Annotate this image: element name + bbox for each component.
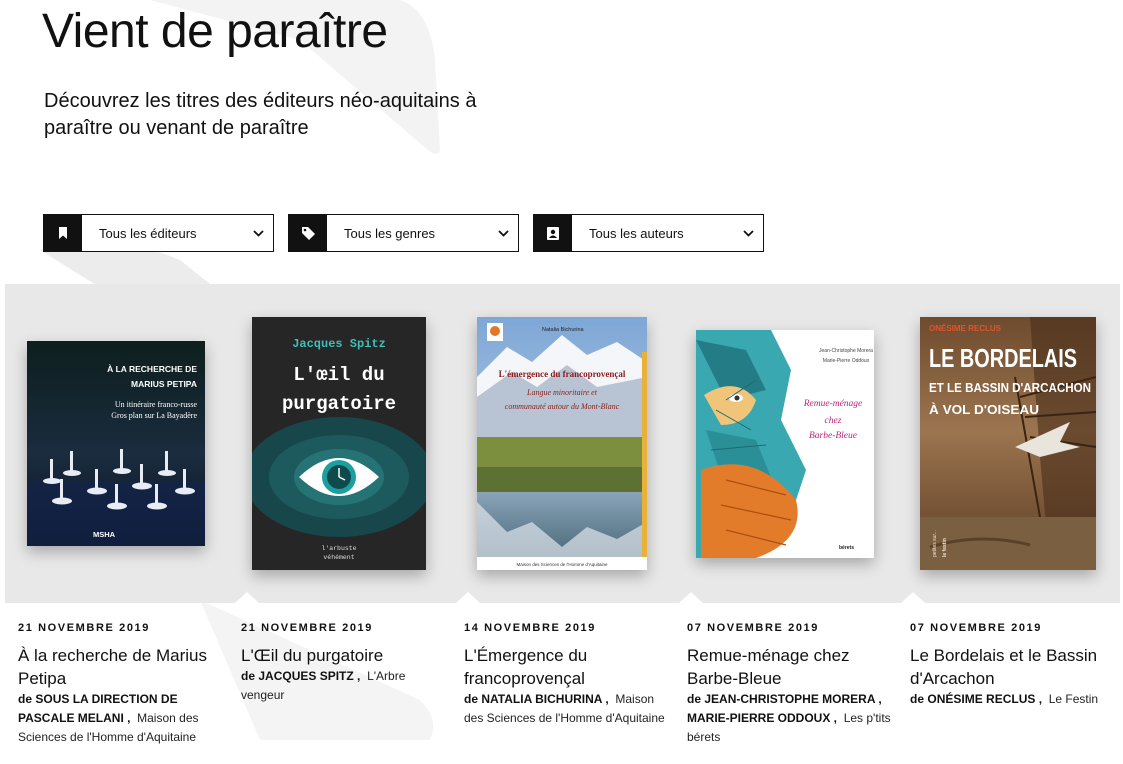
author-prefix: de	[241, 669, 256, 683]
cover-publisher-mark: l'arbuste	[321, 545, 356, 552]
book-title[interactable]: L'Émergence du francoprovençal	[464, 644, 669, 690]
cover-text: Langue minoritaire et	[526, 388, 598, 397]
cover-author: Jean-Christophe Morera	[819, 348, 873, 354]
cover-text: ET LE BASSIN D'ARCACHON	[929, 380, 1091, 395]
cover-author: Marie-Pierre Oddoux	[823, 358, 870, 364]
page-subtitle: Découvrez les titres des éditeurs néo-aq…	[44, 90, 477, 139]
bookmark-icon	[44, 215, 82, 251]
cover-text: communauté autour du Mont-Blanc	[505, 402, 620, 411]
book-card[interactable]: 14 NOVEMBRE 2019 L'Émergence du francopr…	[464, 622, 669, 728]
book-title[interactable]: Remue-ménage chez Barbe-Bleue	[687, 644, 892, 690]
cover-author: Natalia Bichurina	[542, 327, 585, 333]
book-author[interactable]: JACQUES SPITZ	[258, 669, 353, 683]
book-credits: de JACQUES SPITZ , L'Arbre vengeur	[241, 669, 406, 702]
author-prefix: de	[910, 692, 925, 706]
cover-publisher-mark: véhément	[323, 554, 354, 561]
book-date: 21 NOVEMBRE 2019	[18, 622, 150, 634]
author-prefix: de	[18, 692, 33, 706]
author-prefix: de	[464, 692, 479, 706]
book-author[interactable]: ONÉSIME RECLUS	[927, 692, 1035, 706]
filter-genres-label: Tous les genres	[344, 225, 436, 241]
book-date: 21 NOVEMBRE 2019	[241, 622, 373, 634]
cover-publisher-mark: MSHA	[93, 530, 116, 539]
shelf-notch	[235, 592, 259, 603]
cover-text: L'œil du	[293, 364, 384, 386]
book-cover-petipa[interactable]: À LA RECHERCHE DE MARIUS PETIPA Un itiné…	[27, 341, 205, 546]
cover-text: Barbe-Bleue	[809, 431, 857, 441]
book-title[interactable]: À la recherche de Marius Petipa	[18, 644, 223, 690]
cover-text: À VOL D'OISEAU	[929, 402, 1039, 417]
filter-authors-label: Tous les auteurs	[589, 225, 684, 241]
cover-text: MARIUS PETIPA	[131, 379, 197, 389]
filter-publishers[interactable]: Tous les éditeurs	[43, 214, 274, 252]
book-title[interactable]: Le Bordelais et le Bassin d'Arcachon	[910, 644, 1115, 690]
book-credits: de NATALIA BICHURINA , Maison des Scienc…	[464, 692, 665, 725]
filter-genres[interactable]: Tous les genres	[288, 214, 519, 252]
book-card[interactable]: 07 NOVEMBRE 2019 Remue-ménage chez Barbe…	[687, 622, 892, 747]
cover-text: À LA RECHERCHE DE	[107, 364, 197, 374]
chevron-down-icon	[243, 229, 273, 237]
cover-publisher-mark: Maison des Sciences de l'Homme d'Aquitai…	[516, 562, 608, 567]
cover-author: ONÉSIME RECLUS	[929, 324, 1002, 333]
cover-text: petites sur...	[932, 530, 938, 557]
book-cover-oeil-purgatoire[interactable]: Jacques Spitz L'œil du purgatoire l'arbu…	[252, 317, 426, 570]
cover-text: chez	[825, 416, 842, 426]
book-date: 14 NOVEMBRE 2019	[464, 622, 596, 634]
cover-text: LE BORDELAIS	[929, 343, 1077, 373]
cover-text: Gros plan sur La Bayadère	[111, 411, 197, 420]
cover-publisher-mark: le festin	[942, 538, 948, 557]
book-card[interactable]: 07 NOVEMBRE 2019 Le Bordelais et le Bass…	[910, 622, 1115, 709]
cover-author: Jacques Spitz	[292, 337, 386, 351]
book-date: 07 NOVEMBRE 2019	[910, 622, 1042, 634]
tag-icon	[289, 215, 327, 251]
cover-text: purgatoire	[282, 393, 396, 415]
author-prefix: de	[687, 692, 702, 706]
chevron-down-icon	[488, 229, 518, 237]
shelf-notch	[456, 592, 480, 603]
contact-card-icon	[534, 215, 572, 251]
book-title[interactable]: L'Œil du purgatoire	[241, 644, 446, 667]
book-cover-bordelais[interactable]: ONÉSIME RECLUS LE BORDELAIS ET LE BASSIN…	[920, 317, 1096, 570]
book-card[interactable]: 21 NOVEMBRE 2019 L'Œil du purgatoire de …	[241, 622, 446, 705]
page-title: Vient de paraître	[42, 5, 388, 58]
book-card[interactable]: 21 NOVEMBRE 2019 À la recherche de Mariu…	[18, 622, 223, 747]
chevron-down-icon	[733, 229, 763, 237]
book-cover-barbe-bleue[interactable]: Jean-Christophe Morera Marie-Pierre Oddo…	[696, 330, 874, 558]
filter-publishers-label: Tous les éditeurs	[99, 225, 197, 241]
book-credits: de SOUS LA DIRECTION DE PASCALE MELANI ,…	[18, 692, 199, 744]
book-credits: de ONÉSIME RECLUS , Le Festin	[910, 692, 1099, 706]
book-credits: de JEAN-CHRISTOPHE MORERA , MARIE-PIERRE…	[687, 692, 891, 744]
cover-text: L'émergence du francoprovençal	[499, 369, 626, 379]
cover-publisher-mark: bérets	[839, 545, 854, 551]
shelf-notch	[901, 592, 925, 603]
cover-text: Un itinéraire franco-russe	[115, 400, 198, 409]
book-publisher[interactable]: Le Festin	[1049, 692, 1098, 706]
filter-authors[interactable]: Tous les auteurs	[533, 214, 764, 252]
book-cover-francoprovencal[interactable]: Natalia Bichurina L'émergence du francop…	[477, 317, 647, 570]
book-date: 07 NOVEMBRE 2019	[687, 622, 819, 634]
book-author[interactable]: NATALIA BICHURINA	[481, 692, 602, 706]
cover-text: Remue-ménage	[803, 399, 863, 409]
shelf-notch	[679, 592, 703, 603]
